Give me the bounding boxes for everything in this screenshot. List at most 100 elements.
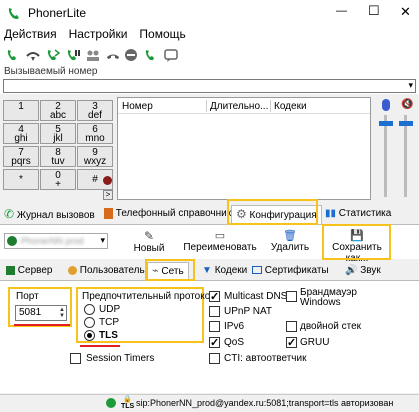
tab-statistics[interactable]: ▮▮ Статистика [325,207,391,221]
transfer-icon[interactable] [46,48,61,62]
registration-status: sip:PhonerNN_prod@yandex.ru:5081;transpo… [136,398,394,408]
menu-help[interactable]: Помощь [139,26,185,42]
volume-panel: 🔇 [373,97,419,200]
protocol-tls-label: TLS [99,330,118,341]
trash-icon: 🗑 [283,230,297,242]
redirect-icon[interactable] [144,48,158,62]
call-icon[interactable] [6,48,20,62]
key-5[interactable]: 5 jkl [40,123,76,144]
highlight-configuration-tab [227,199,318,225]
minimize-button[interactable]: — [336,5,347,17]
keypad-expand-button[interactable]: > [103,190,113,200]
ipv6-label: IPv6 [224,321,245,332]
protocol-label: Предпочтительный протокол [82,291,216,302]
sms-icon[interactable] [164,48,178,62]
upnp-nat-checkbox[interactable] [209,306,220,317]
multicast-dns-label: Multicast DNS [224,291,288,302]
upnp-nat-label: UPnP NAT [224,306,272,317]
chevron-down-icon[interactable]: ▾ [408,80,413,91]
key-star[interactable]: * [3,169,39,190]
tab-server[interactable]: Сервер [6,264,52,278]
chevron-down-icon: ▾ [100,235,105,245]
callee-number-input[interactable]: ▾ [3,79,416,93]
tls-lock-icon: 🔒 TLS [121,396,135,410]
profile-globe-icon [7,236,17,246]
key-4[interactable]: 4 ghi [3,123,39,144]
menu-actions[interactable]: Действия [4,26,57,42]
tab-certificates[interactable]: Сертификаты [252,264,329,278]
key-6[interactable]: 6 mno [77,123,113,144]
network-panel: Порт 5081 ▲ ▼ Предпочтительный протокол U… [0,281,419,393]
highlight-network-tab [145,259,195,281]
rename-profile-button[interactable]: ▭ Переименовать [181,229,259,253]
tab-user[interactable]: Пользователь [68,264,145,278]
cti-autoanswer-label: CTI: автоответчик [224,353,307,364]
tab-sound[interactable]: 🔊 Звук [345,264,381,278]
conference-icon[interactable] [86,48,100,62]
certificate-icon [252,266,262,275]
key-1[interactable]: 1 [3,100,39,121]
tab-phonebook[interactable]: Телефонный справочник [104,207,231,221]
server-icon [6,265,15,275]
protocol-tcp-label: TCP [99,317,119,328]
user-icon [68,265,77,275]
title-bar: PhonerLite — ☐ ✕ [0,0,419,26]
main-tabs: ✆ Журнал вызовов Телефонный справочник ⚙… [0,203,419,225]
protocol-underline [80,345,120,347]
hangup-icon[interactable] [106,48,120,62]
key-3[interactable]: 3 def [77,100,113,121]
multicast-dns-checkbox[interactable] [209,290,220,303]
forward-call-icon[interactable] [26,48,40,62]
status-bar: 🔒 TLS sip:PhonerNN_prod@yandex.ru:5081;tr… [0,394,419,412]
port-stepper[interactable]: ▲ ▼ [59,307,65,319]
protocol-udp-radio[interactable] [84,304,95,315]
maximize-button[interactable]: ☐ [368,3,380,19]
tab-call-log[interactable]: ✆ Журнал вызовов [4,207,95,223]
windows-firewall-checkbox[interactable] [286,291,297,302]
port-underline [14,324,70,326]
speaker-icon: 🔊 [345,265,358,276]
port-label: Порт [16,291,39,302]
session-timers-checkbox[interactable] [70,353,81,364]
column-duration[interactable]: Длительно... [210,101,268,112]
speaker-mute-icon[interactable]: 🔇 [401,99,413,110]
app-icon [6,5,22,21]
record-indicator-icon [103,176,112,185]
column-number[interactable]: Номер [122,101,153,112]
speaker-volume-slider[interactable] [399,115,413,197]
session-timers-label: Session Timers [86,353,155,364]
profile-select[interactable]: PhonerNN prod ▾ [4,233,108,249]
gruu-checkbox[interactable] [286,336,297,349]
port-input[interactable]: 5081 ▲ ▼ [15,305,67,321]
hold-icon[interactable] [66,48,80,62]
calls-table-header: Номер Длительно... Кодеки [118,98,370,114]
tab-codecs[interactable]: ▼ Кодеки [202,264,247,278]
chart-icon: ▮▮ [325,208,337,219]
delete-profile-button[interactable]: 🗑 Удалить [266,229,314,253]
dual-stack-checkbox[interactable] [286,321,297,332]
cti-autoanswer-checkbox[interactable] [209,353,220,364]
key-9[interactable]: 9 wxyz [77,146,113,167]
close-button[interactable]: ✕ [400,4,411,20]
protocol-tcp-radio[interactable] [84,317,95,328]
calls-table: Номер Длительно... Кодеки [117,97,371,200]
menu-settings[interactable]: Настройки [69,26,128,42]
qos-label: QoS [224,337,245,348]
mic-volume-slider[interactable] [379,115,393,197]
qos-checkbox[interactable] [209,336,220,349]
protocol-udp-label: UDP [99,304,121,315]
microphone-icon[interactable] [382,99,390,111]
status-online-icon [106,398,116,408]
column-codecs[interactable]: Кодеки [274,101,307,112]
key-2[interactable]: 2 abc [40,100,76,121]
new-profile-button[interactable]: ✎ Новый [122,229,176,254]
codec-funnel-icon: ▼ [202,265,212,276]
rename-icon: ▭ [214,230,226,242]
key-8[interactable]: 8 tuv [40,146,76,167]
protocol-tls-radio[interactable] [84,330,95,341]
key-7[interactable]: 7 pqrs [3,146,39,167]
reject-icon[interactable] [124,48,138,62]
key-0[interactable]: 0 + [40,169,76,190]
ipv6-checkbox[interactable] [209,321,220,332]
phone-icon: ✆ [4,207,15,221]
